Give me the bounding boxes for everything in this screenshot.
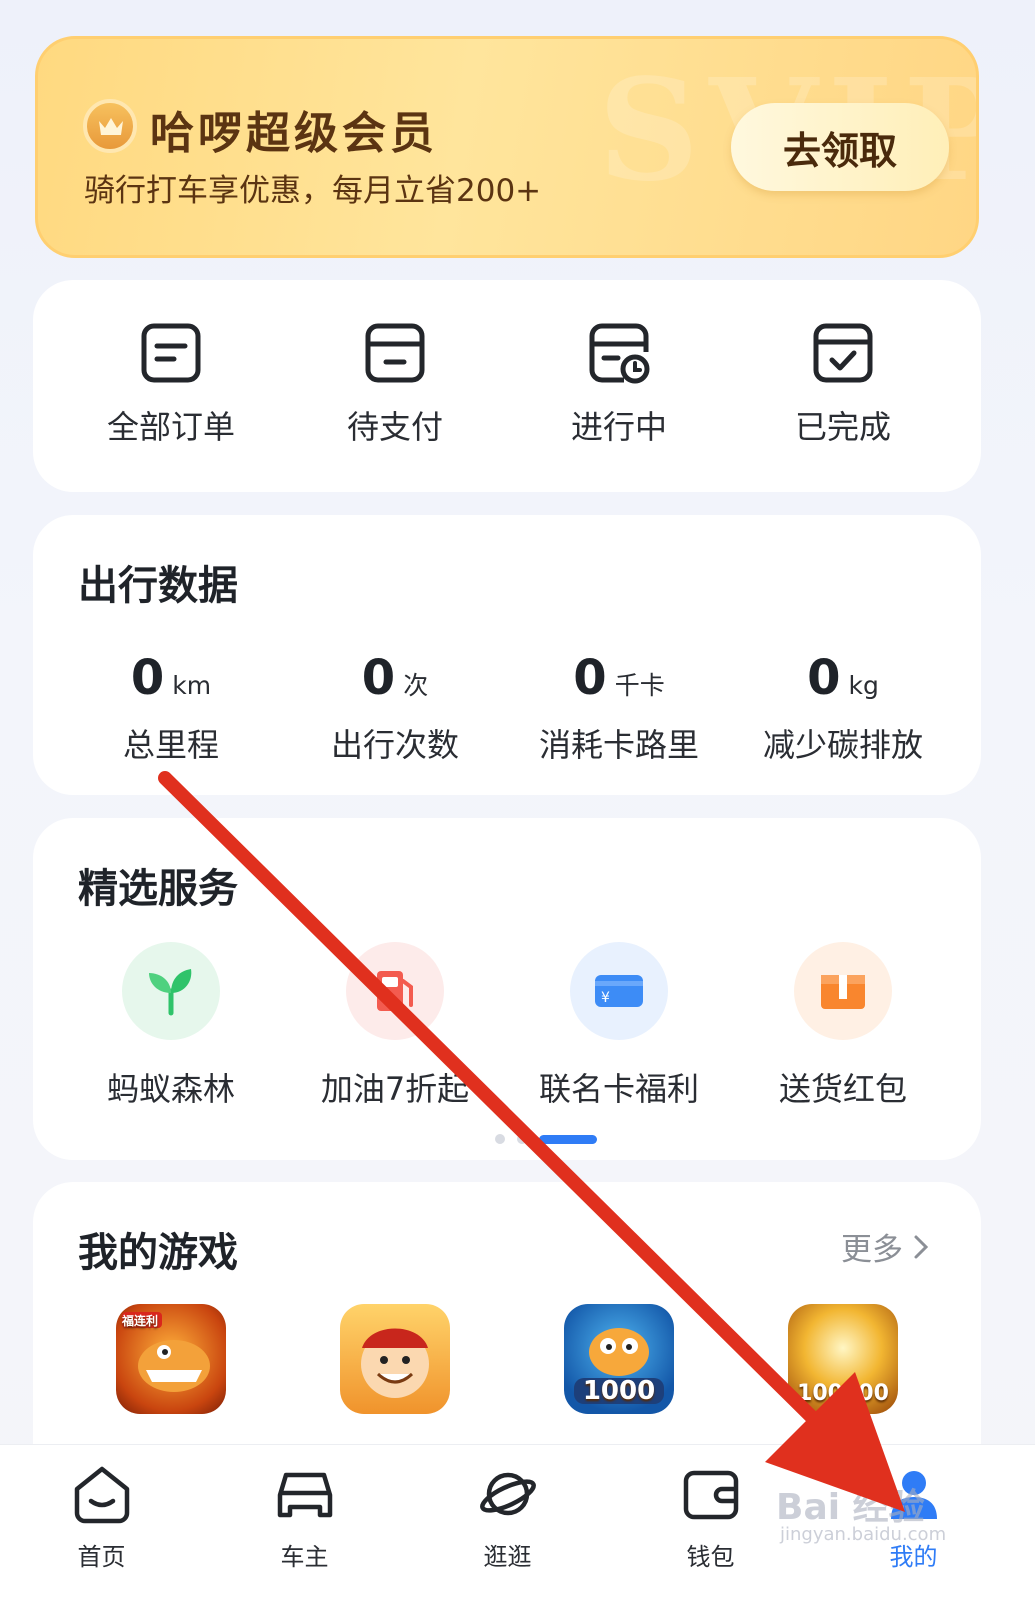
stat-total-distance[interactable]: 0 km 总里程	[59, 650, 283, 766]
service-fuel[interactable]: 加油7折起	[283, 942, 507, 1110]
stat-label: 减少碳排放	[762, 726, 923, 764]
fishing-game-icon: 福连利	[116, 1304, 226, 1414]
orders-card: 全部订单 待支付 进行中 已完成	[33, 280, 981, 492]
stat-unit: 次	[403, 671, 429, 700]
vip-title: 哈啰超级会员	[150, 108, 438, 159]
stat-label: 出行次数	[330, 726, 459, 764]
tab-home[interactable]: 首页	[0, 1463, 203, 1572]
service-label: 送货红包	[778, 1070, 907, 1108]
svg-text:¥: ¥	[601, 990, 610, 1006]
vip-banner[interactable]: SVIP 哈啰超级会员 骑行打车享优惠，每月立省200+ 去领取	[35, 36, 979, 258]
services-card: 精选服务 蚂蚁森林 加油7折起 ¥ 联名卡福利 送货红包	[33, 818, 981, 1160]
game-badge: 1000	[582, 1376, 656, 1406]
section-title: 出行数据	[78, 563, 238, 609]
game-badge: 福连利	[122, 1314, 159, 1328]
stat-carbon[interactable]: 0 kg 减少碳排放	[731, 650, 955, 766]
planet-icon	[479, 1472, 536, 1516]
stat-label: 消耗卡路里	[538, 726, 699, 764]
page-dot[interactable]	[517, 1134, 527, 1144]
tab-explore[interactable]: 逛逛	[406, 1463, 609, 1572]
tab-label: 钱包	[686, 1543, 735, 1571]
game-item[interactable]: 福连利	[59, 1304, 283, 1414]
stat-unit: km	[172, 671, 212, 700]
service-ant-forest[interactable]: 蚂蚁森林	[59, 942, 283, 1110]
order-in-progress[interactable]: 进行中	[507, 322, 731, 448]
tab-label: 逛逛	[483, 1543, 532, 1571]
stat-unit: kg	[848, 671, 879, 700]
gold-coin-game-icon: 100000	[788, 1304, 898, 1414]
tab-car-owner[interactable]: 车主	[203, 1463, 406, 1572]
section-title: 我的游戏	[78, 1230, 238, 1276]
card-game-icon	[340, 1304, 450, 1414]
order-label: 进行中	[570, 408, 667, 446]
parcel-icon	[794, 942, 892, 1040]
home-icon	[74, 1466, 129, 1524]
order-completed[interactable]: 已完成	[731, 322, 955, 448]
service-delivery-coupon[interactable]: 送货红包	[731, 942, 955, 1110]
service-cobrand-card[interactable]: ¥ 联名卡福利	[507, 942, 731, 1110]
stat-trip-count[interactable]: 0次 出行次数	[283, 650, 507, 766]
page-dot-active[interactable]	[539, 1134, 597, 1144]
pending-payment-icon	[365, 323, 425, 383]
service-label: 加油7折起	[320, 1070, 470, 1108]
completed-icon	[813, 323, 873, 383]
sprout-icon	[122, 942, 220, 1040]
all-orders-icon	[141, 323, 201, 383]
chevron-right-icon	[914, 1235, 929, 1258]
claim-button[interactable]: 去领取	[731, 103, 949, 191]
game-item[interactable]: 1000	[507, 1304, 731, 1414]
more-label: 更多	[841, 1232, 903, 1268]
fish-game-icon: 1000	[564, 1304, 674, 1414]
stat-calories[interactable]: 0 千卡 消耗卡路里	[507, 650, 731, 766]
order-label: 已完成	[794, 408, 891, 446]
in-progress-icon	[589, 323, 650, 384]
order-pending[interactable]: 待支付	[283, 322, 507, 448]
service-label: 蚂蚁森林	[106, 1070, 235, 1108]
order-label: 待支付	[346, 408, 443, 446]
stat-label: 总里程	[122, 726, 219, 764]
vip-subtitle: 骑行打车享优惠，每月立省200+	[84, 173, 542, 209]
tab-label: 车主	[280, 1543, 329, 1571]
car-icon	[277, 1472, 332, 1518]
game-badge: 100000	[797, 1381, 889, 1406]
fuel-pump-icon	[346, 942, 444, 1040]
carousel-indicator	[495, 1134, 597, 1144]
stat-value: 0	[361, 650, 396, 706]
stat-unit: 千卡	[614, 671, 665, 700]
wallet-icon	[683, 1470, 738, 1520]
order-all[interactable]: 全部订单	[59, 322, 283, 448]
stat-value: 0	[807, 650, 841, 706]
baidu-watermark: Bai 经验	[776, 1487, 925, 1528]
page-dot[interactable]	[495, 1134, 505, 1144]
game-item[interactable]	[283, 1304, 507, 1414]
order-label: 全部订单	[106, 408, 235, 446]
baidu-watermark-url: jingyan.baidu.com	[780, 1524, 947, 1545]
crown-icon	[83, 99, 137, 153]
tab-label: 首页	[77, 1543, 126, 1571]
service-label: 联名卡福利	[538, 1070, 699, 1108]
more-link[interactable]: 更多	[841, 1224, 929, 1269]
stat-value: 0	[573, 650, 607, 706]
travel-data-card: 出行数据 0 km 总里程 0次 出行次数 0 千卡 消耗卡路里 0 kg 减少碳排放	[33, 515, 981, 795]
stat-value: 0	[130, 650, 165, 706]
section-title: 精选服务	[78, 866, 238, 912]
bank-card-icon: ¥	[570, 942, 668, 1040]
game-item[interactable]: 100000	[731, 1304, 955, 1414]
